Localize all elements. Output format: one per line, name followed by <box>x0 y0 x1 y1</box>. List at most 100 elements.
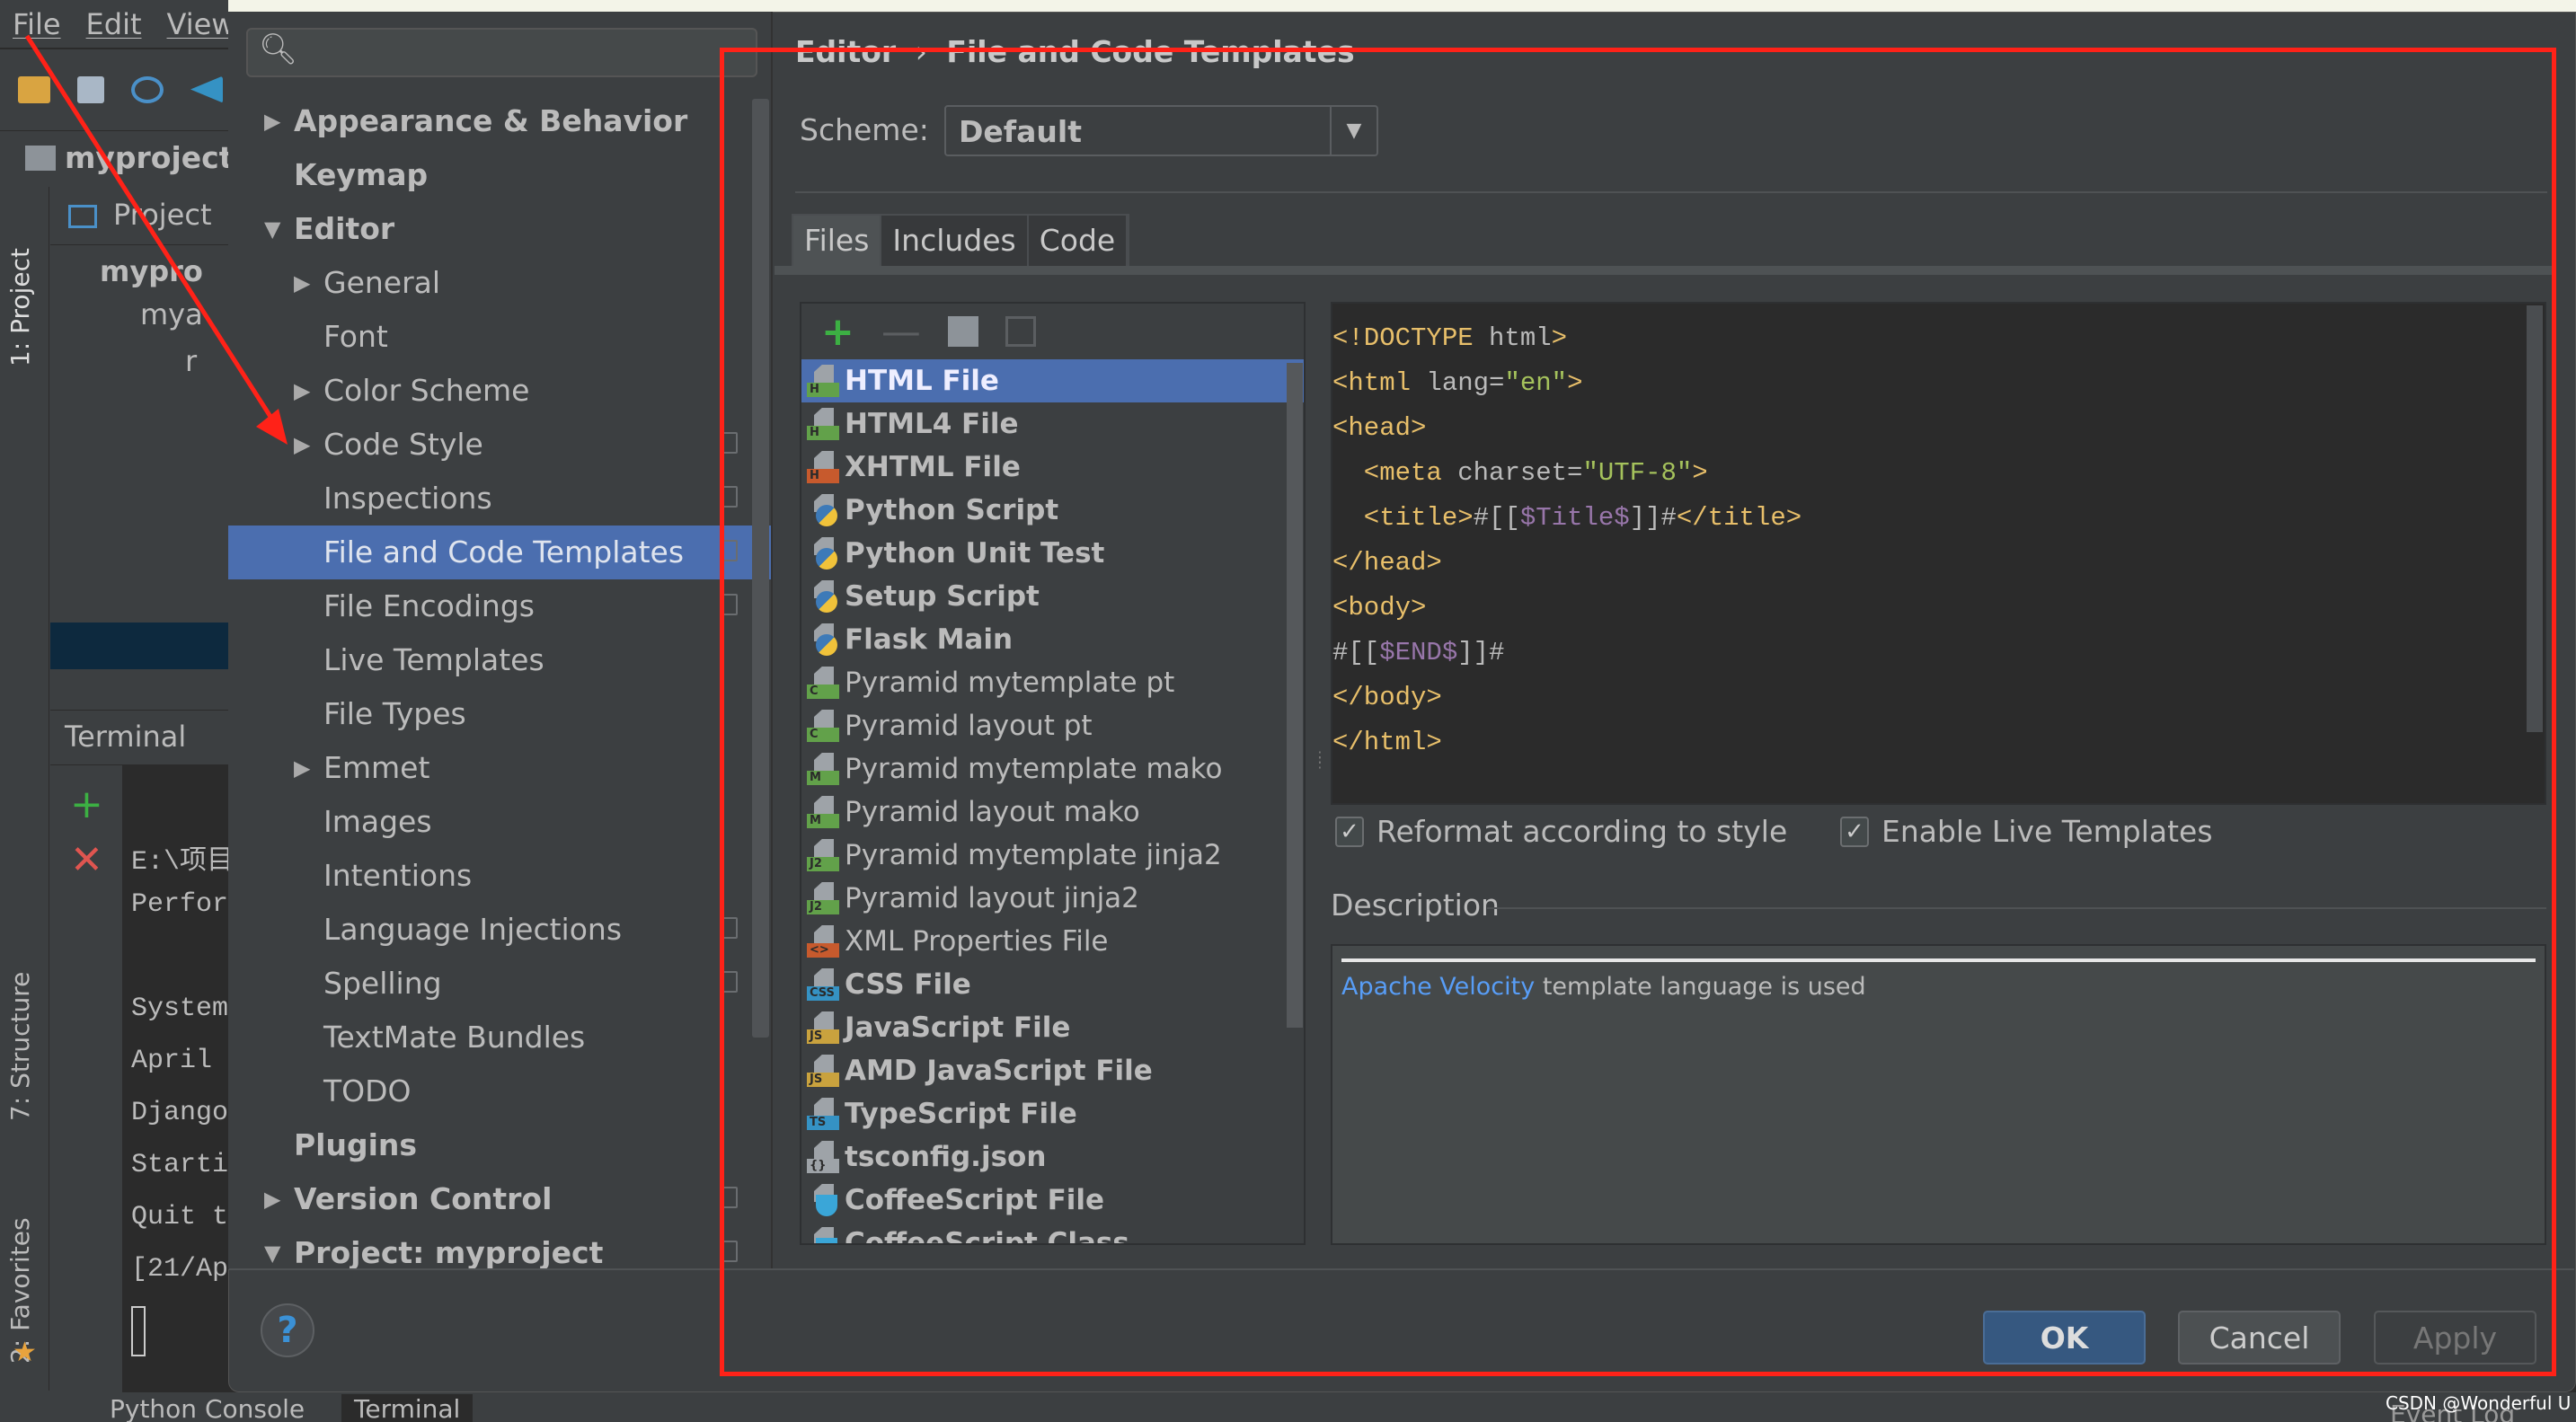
template-list-scrollbar[interactable] <box>1287 363 1303 1028</box>
menu-view[interactable]: View <box>167 7 235 41</box>
terminal-output[interactable]: E:\项目Perform SystemApril 2Django Startin… <box>122 765 228 1394</box>
scheme-value: Default <box>959 114 1082 149</box>
python-console-tab[interactable]: Python Console <box>110 1394 305 1422</box>
tree-item-font[interactable]: Font <box>228 310 752 364</box>
structure-tool-tab[interactable]: 7: Structure <box>5 972 35 1121</box>
tree-item-general[interactable]: ▶ General <box>228 256 752 310</box>
project-level-icon <box>721 917 738 939</box>
tree-item-live-templates[interactable]: Live Templates <box>228 633 752 687</box>
ok-button[interactable]: OK <box>1983 1311 2146 1365</box>
sync-icon[interactable] <box>131 75 164 103</box>
template-item[interactable]: <> XML Properties File <box>801 920 1304 963</box>
template-item[interactable]: Flask Main <box>801 618 1304 661</box>
template-item[interactable]: Python Unit Test <box>801 532 1304 575</box>
template-name: Flask Main <box>845 623 1014 656</box>
remove-icon[interactable]: — <box>881 309 921 355</box>
close-session-icon[interactable]: ✕ <box>70 837 103 883</box>
menu-file[interactable]: File <box>13 7 61 41</box>
live-templates-checkbox[interactable]: ✓ Enable Live Templates <box>1840 814 2213 849</box>
template-item[interactable]: Python Script <box>801 489 1304 532</box>
tree-item-plugins[interactable]: Plugins <box>228 1118 752 1172</box>
tree-scrollbar[interactable] <box>752 99 769 1038</box>
tab-code[interactable]: Code <box>1028 216 1129 266</box>
help-button[interactable]: ? <box>261 1303 314 1357</box>
tree-item-images[interactable]: Images <box>228 795 752 849</box>
template-item[interactable]: J2 Pyramid layout jinja2 <box>801 877 1304 920</box>
template-item[interactable]: M Pyramid layout mako <box>801 790 1304 834</box>
template-editor[interactable]: <!DOCTYPE html> <html lang="en"> <head> <m… <box>1331 302 2546 805</box>
template-name: Pyramid layout jinja2 <box>845 882 1139 914</box>
tree-item-label: Font <box>323 319 388 354</box>
new-session-icon[interactable]: + <box>70 782 103 827</box>
settings-search-input[interactable]: 🔍︎ <box>246 28 757 77</box>
reset-icon[interactable] <box>1005 316 1036 347</box>
tree-item-textmate-bundles[interactable]: TextMate Bundles <box>228 1011 752 1064</box>
collapse-arrow-icon[interactable]: ▶ <box>294 256 310 310</box>
template-item[interactable]: H HTML File <box>801 359 1304 402</box>
cancel-button[interactable]: Cancel <box>2178 1311 2341 1365</box>
velocity-link[interactable]: Apache Velocity <box>1341 973 1535 1001</box>
tree-item-spelling[interactable]: Spelling <box>228 957 752 1011</box>
tree-item-code-style[interactable]: ▶ Code Style <box>228 418 752 472</box>
terminal-tab[interactable]: Terminal <box>341 1394 474 1422</box>
collapse-arrow-icon[interactable]: ▶ <box>294 418 310 472</box>
tree-item-appearance-behavior[interactable]: ▶ Appearance & Behavior <box>228 94 752 148</box>
tree-item-todo[interactable]: TODO <box>228 1064 752 1118</box>
template-item[interactable]: C Pyramid layout pt <box>801 704 1304 747</box>
project-panel-header[interactable]: Project <box>50 187 228 245</box>
template-item[interactable]: C Pyramid mytemplate pt <box>801 661 1304 704</box>
tree-item-file-types[interactable]: File Types <box>228 687 752 741</box>
save-icon[interactable] <box>77 75 104 103</box>
tree-item-file-encodings[interactable]: File Encodings <box>228 579 752 633</box>
template-item[interactable]: JS JavaScript File <box>801 1006 1304 1049</box>
template-item[interactable]: Setup Script <box>801 575 1304 618</box>
expand-arrow-icon[interactable]: ▼ <box>264 1226 280 1269</box>
template-item[interactable]: JS AMD JavaScript File <box>801 1049 1304 1092</box>
tree-item-intentions[interactable]: Intentions <box>228 849 752 903</box>
reformat-checkbox[interactable]: ✓ Reformat according to style <box>1335 814 1787 849</box>
editor-scrollbar[interactable] <box>2527 305 2543 732</box>
template-item[interactable]: {} tsconfig.json <box>801 1135 1304 1179</box>
tree-node[interactable]: mya <box>50 292 228 339</box>
collapse-arrow-icon[interactable]: ▶ <box>264 1172 280 1226</box>
apply-button[interactable]: Apply <box>2374 1311 2536 1365</box>
template-item[interactable]: M Pyramid mytemplate mako <box>801 747 1304 790</box>
menu-edit[interactable]: Edit <box>86 7 142 41</box>
tree-item-version-control[interactable]: ▶ Version Control <box>228 1172 752 1226</box>
copy-icon[interactable] <box>947 316 978 347</box>
template-item[interactable]: H XHTML File <box>801 446 1304 489</box>
tab-includes[interactable]: Includes <box>881 216 1029 266</box>
splitter-handle[interactable]: ⋮ ⋮ <box>1313 750 1327 770</box>
template-item[interactable]: CoffeeScript Class <box>801 1222 1304 1243</box>
add-icon[interactable]: + <box>821 309 854 355</box>
back-icon[interactable] <box>190 75 223 103</box>
project-tool-tab[interactable]: 1: Project <box>5 248 35 367</box>
tab-files[interactable]: Files <box>793 216 882 266</box>
collapse-arrow-icon[interactable]: ▶ <box>294 741 310 795</box>
breadcrumb-parent[interactable]: Editor <box>795 34 896 69</box>
tree-item-emmet[interactable]: ▶ Emmet <box>228 741 752 795</box>
tree-item-label: Project: myproject <box>294 1235 604 1269</box>
scheme-dropdown[interactable]: Default ▼ <box>944 105 1378 156</box>
tree-item-keymap[interactable]: Keymap <box>228 148 752 202</box>
tree-item-language-injections[interactable]: Language Injections <box>228 903 752 957</box>
tree-item-color-scheme[interactable]: ▶ Color Scheme <box>228 364 752 418</box>
tree-item-project-myproject[interactable]: ▼ Project: myproject <box>228 1226 752 1269</box>
template-name: JavaScript File <box>845 1011 1071 1044</box>
tree-item-file-and-code-templates[interactable]: File and Code Templates <box>228 526 771 579</box>
tree-item-inspections[interactable]: Inspections <box>228 472 752 526</box>
template-item[interactable]: J2 Pyramid mytemplate jinja2 <box>801 834 1304 877</box>
selected-file-row[interactable] <box>50 623 228 669</box>
project-breadcrumb[interactable]: myproject <box>0 130 234 186</box>
open-folder-icon[interactable] <box>18 75 50 103</box>
template-item[interactable]: CSS CSS File <box>801 963 1304 1006</box>
tree-node[interactable]: mypro <box>50 245 228 292</box>
collapse-arrow-icon[interactable]: ▶ <box>294 364 310 418</box>
template-item[interactable]: TS TypeScript File <box>801 1092 1304 1135</box>
expand-arrow-icon[interactable]: ▼ <box>264 202 280 256</box>
collapse-arrow-icon[interactable]: ▶ <box>264 94 280 148</box>
tree-node[interactable]: r <box>50 339 228 385</box>
template-item[interactable]: H HTML4 File <box>801 402 1304 446</box>
template-item[interactable]: CoffeeScript File <box>801 1179 1304 1222</box>
tree-item-editor[interactable]: ▼ Editor <box>228 202 752 256</box>
